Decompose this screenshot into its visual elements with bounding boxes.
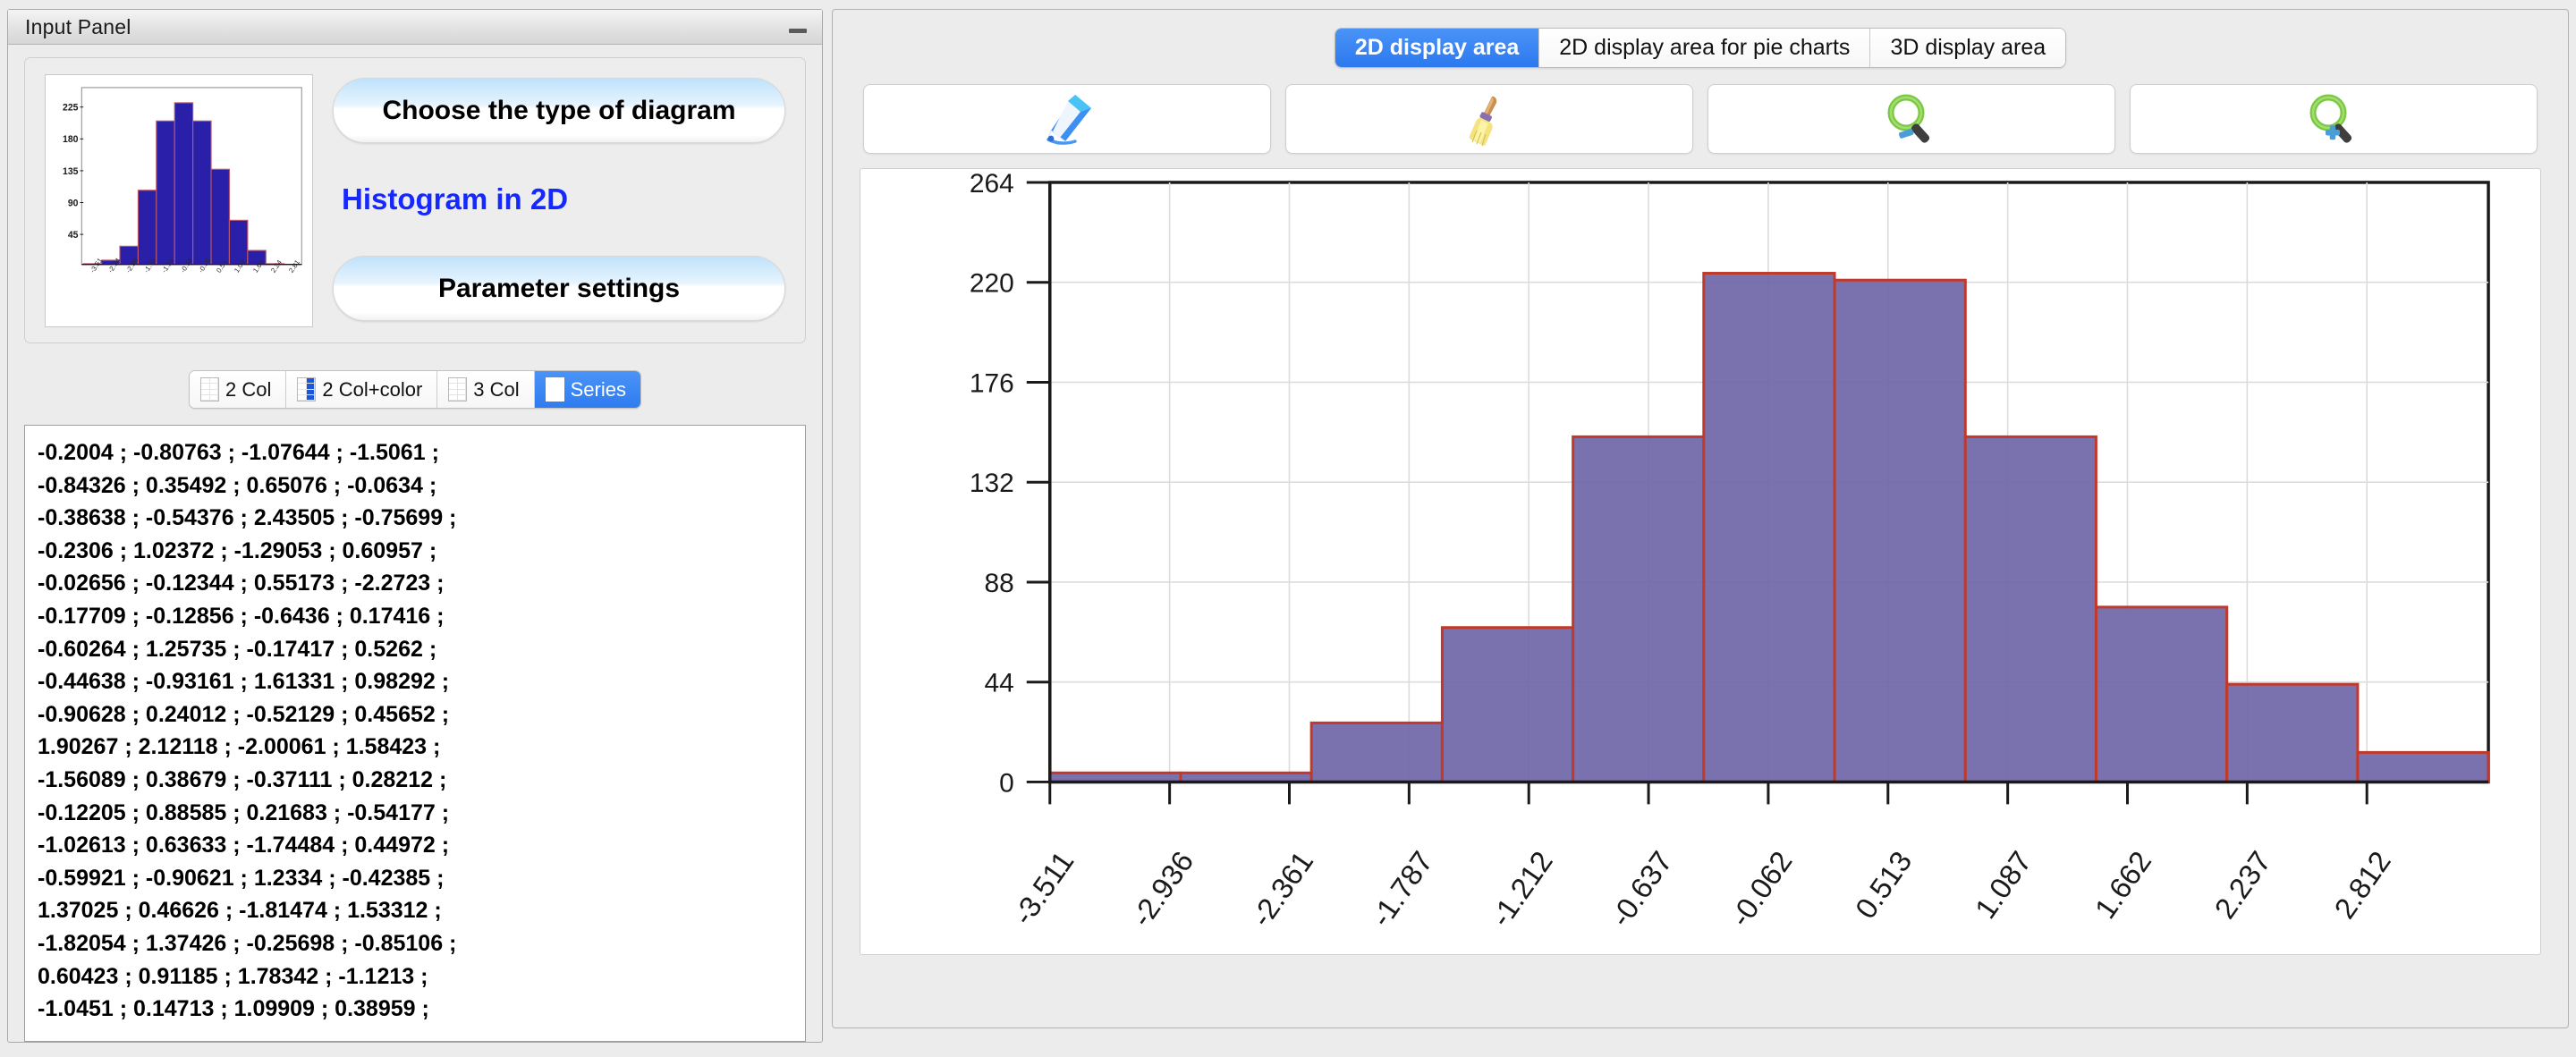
tabstrip: 2D display area 2D display area for pie … (1334, 28, 2067, 68)
data-line: -0.59921 ; -0.90621 ; 1.2334 ; -0.42385 … (38, 865, 445, 891)
svg-text:44: 44 (984, 669, 1013, 698)
svg-text:176: 176 (970, 368, 1014, 398)
zoom-in-button[interactable] (2130, 84, 2538, 154)
chart-canvas[interactable]: 264 220 176 132 88 44 0 -3.511 -2.936 -2… (860, 168, 2541, 955)
svg-text:135: 135 (63, 166, 79, 177)
thumbnail-histogram-svg: 225 180 135 90 45 -3.51 -2.94 -2.36 -1.7… (63, 87, 302, 275)
x-tick-label: -1.787 (1364, 845, 1439, 933)
svg-text:45: 45 (68, 230, 79, 241)
x-tick-label: -1.212 (1484, 845, 1559, 933)
minimize-icon[interactable] (788, 21, 808, 33)
data-line: -0.84326 ; 0.35492 ; 0.65076 ; -0.0634 ; (38, 472, 437, 498)
app-root: Input Panel 225 180 135 90 45 -3.51 -2.9… (0, 0, 2576, 1057)
data-line: -1.82054 ; 1.37426 ; -0.25698 ; -0.85106… (38, 930, 457, 956)
data-line: -0.2004 ; -0.80763 ; -1.07644 ; -1.5061 … (38, 440, 439, 465)
series-data-textarea[interactable]: -0.2004 ; -0.80763 ; -1.07644 ; -1.5061 … (24, 425, 806, 1042)
svg-text:0: 0 (999, 768, 1014, 798)
selected-diagram-kind-label: Histogram in 2D (342, 182, 569, 216)
data-line: -1.56089 ; 0.38679 ; -0.37111 ; 0.28212 … (38, 766, 447, 792)
display-panel: 2D display area 2D display area for pie … (832, 9, 2569, 1028)
table-2colcolor-icon (297, 377, 317, 402)
tab-2d-display-area-pie-charts[interactable]: 2D display area for pie charts (1539, 29, 1871, 67)
data-line: -0.38638 ; -0.54376 ; 2.43505 ; -0.75699… (38, 505, 457, 531)
svg-text:225: 225 (63, 102, 79, 113)
clear-button[interactable] (1285, 84, 1693, 154)
input-panel-titlebar: Input Panel (8, 10, 822, 45)
broom-icon (1462, 91, 1517, 147)
diagram-preview-thumbnail[interactable]: 225 180 135 90 45 -3.51 -2.94 -2.36 -1.7… (45, 74, 313, 327)
diagram-chooser-controls: Choose the type of diagram Histogram in … (333, 74, 785, 326)
zoom-out-button[interactable] (1707, 84, 2115, 154)
histogram-svg: 264 220 176 132 88 44 0 -3.511 -2.936 -2… (970, 169, 2490, 933)
x-tick-label: -2.361 (1244, 845, 1319, 933)
x-tick-label: -0.062 (1724, 845, 1799, 933)
data-line: -0.2306 ; 1.02372 ; -1.29053 ; 0.60957 ; (38, 537, 437, 563)
table-2col-icon (200, 377, 220, 402)
input-mode-3col-label: 3 Col (473, 377, 520, 401)
x-tick-label: 1.662 (2089, 845, 2158, 925)
display-area-tabs: 2D display area 2D display area for pie … (833, 10, 2568, 68)
x-tick-label: 2.812 (2327, 845, 2397, 925)
svg-text:180: 180 (63, 134, 79, 145)
choose-diagram-type-button[interactable]: Choose the type of diagram (333, 78, 785, 143)
data-line: -0.90628 ; 0.24012 ; -0.52129 ; 0.45652 … (38, 701, 450, 727)
svg-text:88: 88 (984, 569, 1013, 598)
data-line: -0.02656 ; -0.12344 ; 0.55173 ; -2.2723 … (38, 571, 445, 596)
draw-button[interactable] (863, 84, 1271, 154)
x-tick-label: 2.237 (2207, 845, 2277, 925)
input-panel-title: Input Panel (25, 14, 131, 38)
data-line: -0.60264 ; 1.25735 ; -0.17417 ; 0.5262 ; (38, 636, 437, 662)
input-mode-2col[interactable]: 2 Col (190, 371, 287, 408)
x-tick-label: -0.637 (1604, 845, 1679, 933)
x-tick-label: 0.513 (1849, 845, 1919, 925)
pen-icon (1036, 91, 1098, 147)
diagram-chooser-card: 225 180 135 90 45 -3.51 -2.94 -2.36 -1.7… (24, 57, 806, 343)
data-line: -1.02613 ; 0.63633 ; -1.74484 ; 0.44972 … (38, 833, 450, 858)
x-tick-label: -2.936 (1124, 845, 1199, 933)
input-mode-series-label: Series (570, 377, 626, 401)
input-mode-2col-label: 2 Col (225, 377, 272, 401)
input-panel-body: 225 180 135 90 45 -3.51 -2.94 -2.36 -1.7… (8, 45, 822, 1042)
svg-text:90: 90 (68, 198, 79, 208)
thumbnail-inner: 225 180 135 90 45 -3.51 -2.94 -2.36 -1.7… (51, 82, 307, 323)
input-mode-group: 2 Col 2 Col+color 3 Col Series (189, 370, 641, 409)
input-mode-segmented-control: 2 Col 2 Col+color 3 Col Series (24, 370, 806, 409)
data-line: 1.37025 ; 0.46626 ; -1.81474 ; 1.53312 ; (38, 898, 442, 924)
zoom-in-icon (2304, 92, 2363, 146)
input-mode-2col-color[interactable]: 2 Col+color (286, 371, 438, 408)
tab-2d-display-area[interactable]: 2D display area (1335, 29, 1540, 67)
data-line: -0.44638 ; -0.93161 ; 1.61331 ; 0.98292 … (38, 669, 450, 695)
parameter-settings-button[interactable]: Parameter settings (333, 256, 785, 321)
data-line: -1.0451 ; 0.14713 ; 1.09909 ; 0.38959 ; (38, 996, 429, 1022)
zoom-out-icon (1882, 92, 1941, 146)
input-mode-2col-color-label: 2 Col+color (322, 377, 423, 401)
table-3col-icon (448, 377, 468, 402)
data-line: -0.17709 ; -0.12856 ; -0.6436 ; 0.17416 … (38, 603, 445, 629)
input-mode-series[interactable]: Series (534, 371, 640, 408)
x-tick-label: 1.087 (1969, 845, 2038, 925)
tab-3d-display-area[interactable]: 3D display area (1870, 29, 2066, 67)
svg-text:220: 220 (970, 269, 1014, 299)
table-series-icon (545, 377, 564, 402)
input-panel: Input Panel 225 180 135 90 45 -3.51 -2.9… (7, 9, 823, 1043)
svg-text:264: 264 (970, 169, 1014, 199)
x-tick-label: -3.511 (1006, 845, 1080, 931)
data-line: 1.90267 ; 2.12118 ; -2.00061 ; 1.58423 ; (38, 734, 441, 760)
data-line: 0.60423 ; 0.91185 ; 1.78342 ; -1.1213 ; (38, 963, 428, 989)
svg-text:132: 132 (970, 469, 1014, 498)
input-mode-3col[interactable]: 3 Col (437, 371, 535, 408)
data-line: -0.12205 ; 0.88585 ; 0.21683 ; -0.54177 … (38, 799, 450, 825)
chart-toolbar (833, 68, 2568, 154)
